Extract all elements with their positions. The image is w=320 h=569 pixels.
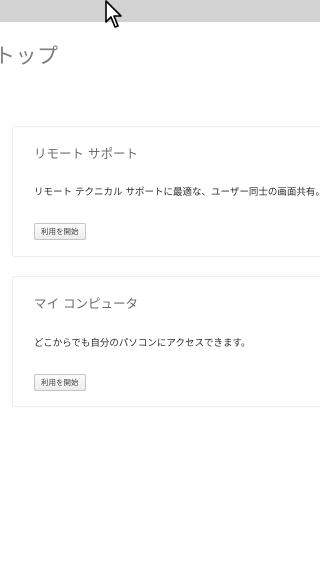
remote-support-title: リモート サポート: [34, 146, 138, 161]
mouse-pointer-icon: [105, 0, 122, 28]
remote-support-start-button[interactable]: 利用を開始: [34, 223, 86, 240]
remote-support-description: リモート テクニカル サポートに最適な、ユーザー同士の画面共有。: [34, 187, 320, 198]
page-title: トップ: [0, 44, 59, 68]
app-root: トップ リモート サポート リモート テクニカル サポートに最適な、ユーザー同士…: [0, 0, 320, 569]
my-computer-title: マイ コンピュータ: [34, 296, 138, 311]
my-computer-description: どこからでも自分のパソコンにアクセスできます。: [34, 338, 251, 349]
my-computer-card: マイ コンピュータ どこからでも自分のパソコンにアクセスできます。 利用を開始: [12, 276, 320, 407]
remote-support-card: リモート サポート リモート テクニカル サポートに最適な、ユーザー同士の画面共…: [12, 126, 320, 257]
top-bar: [0, 0, 320, 22]
my-computer-start-button[interactable]: 利用を開始: [34, 374, 86, 391]
